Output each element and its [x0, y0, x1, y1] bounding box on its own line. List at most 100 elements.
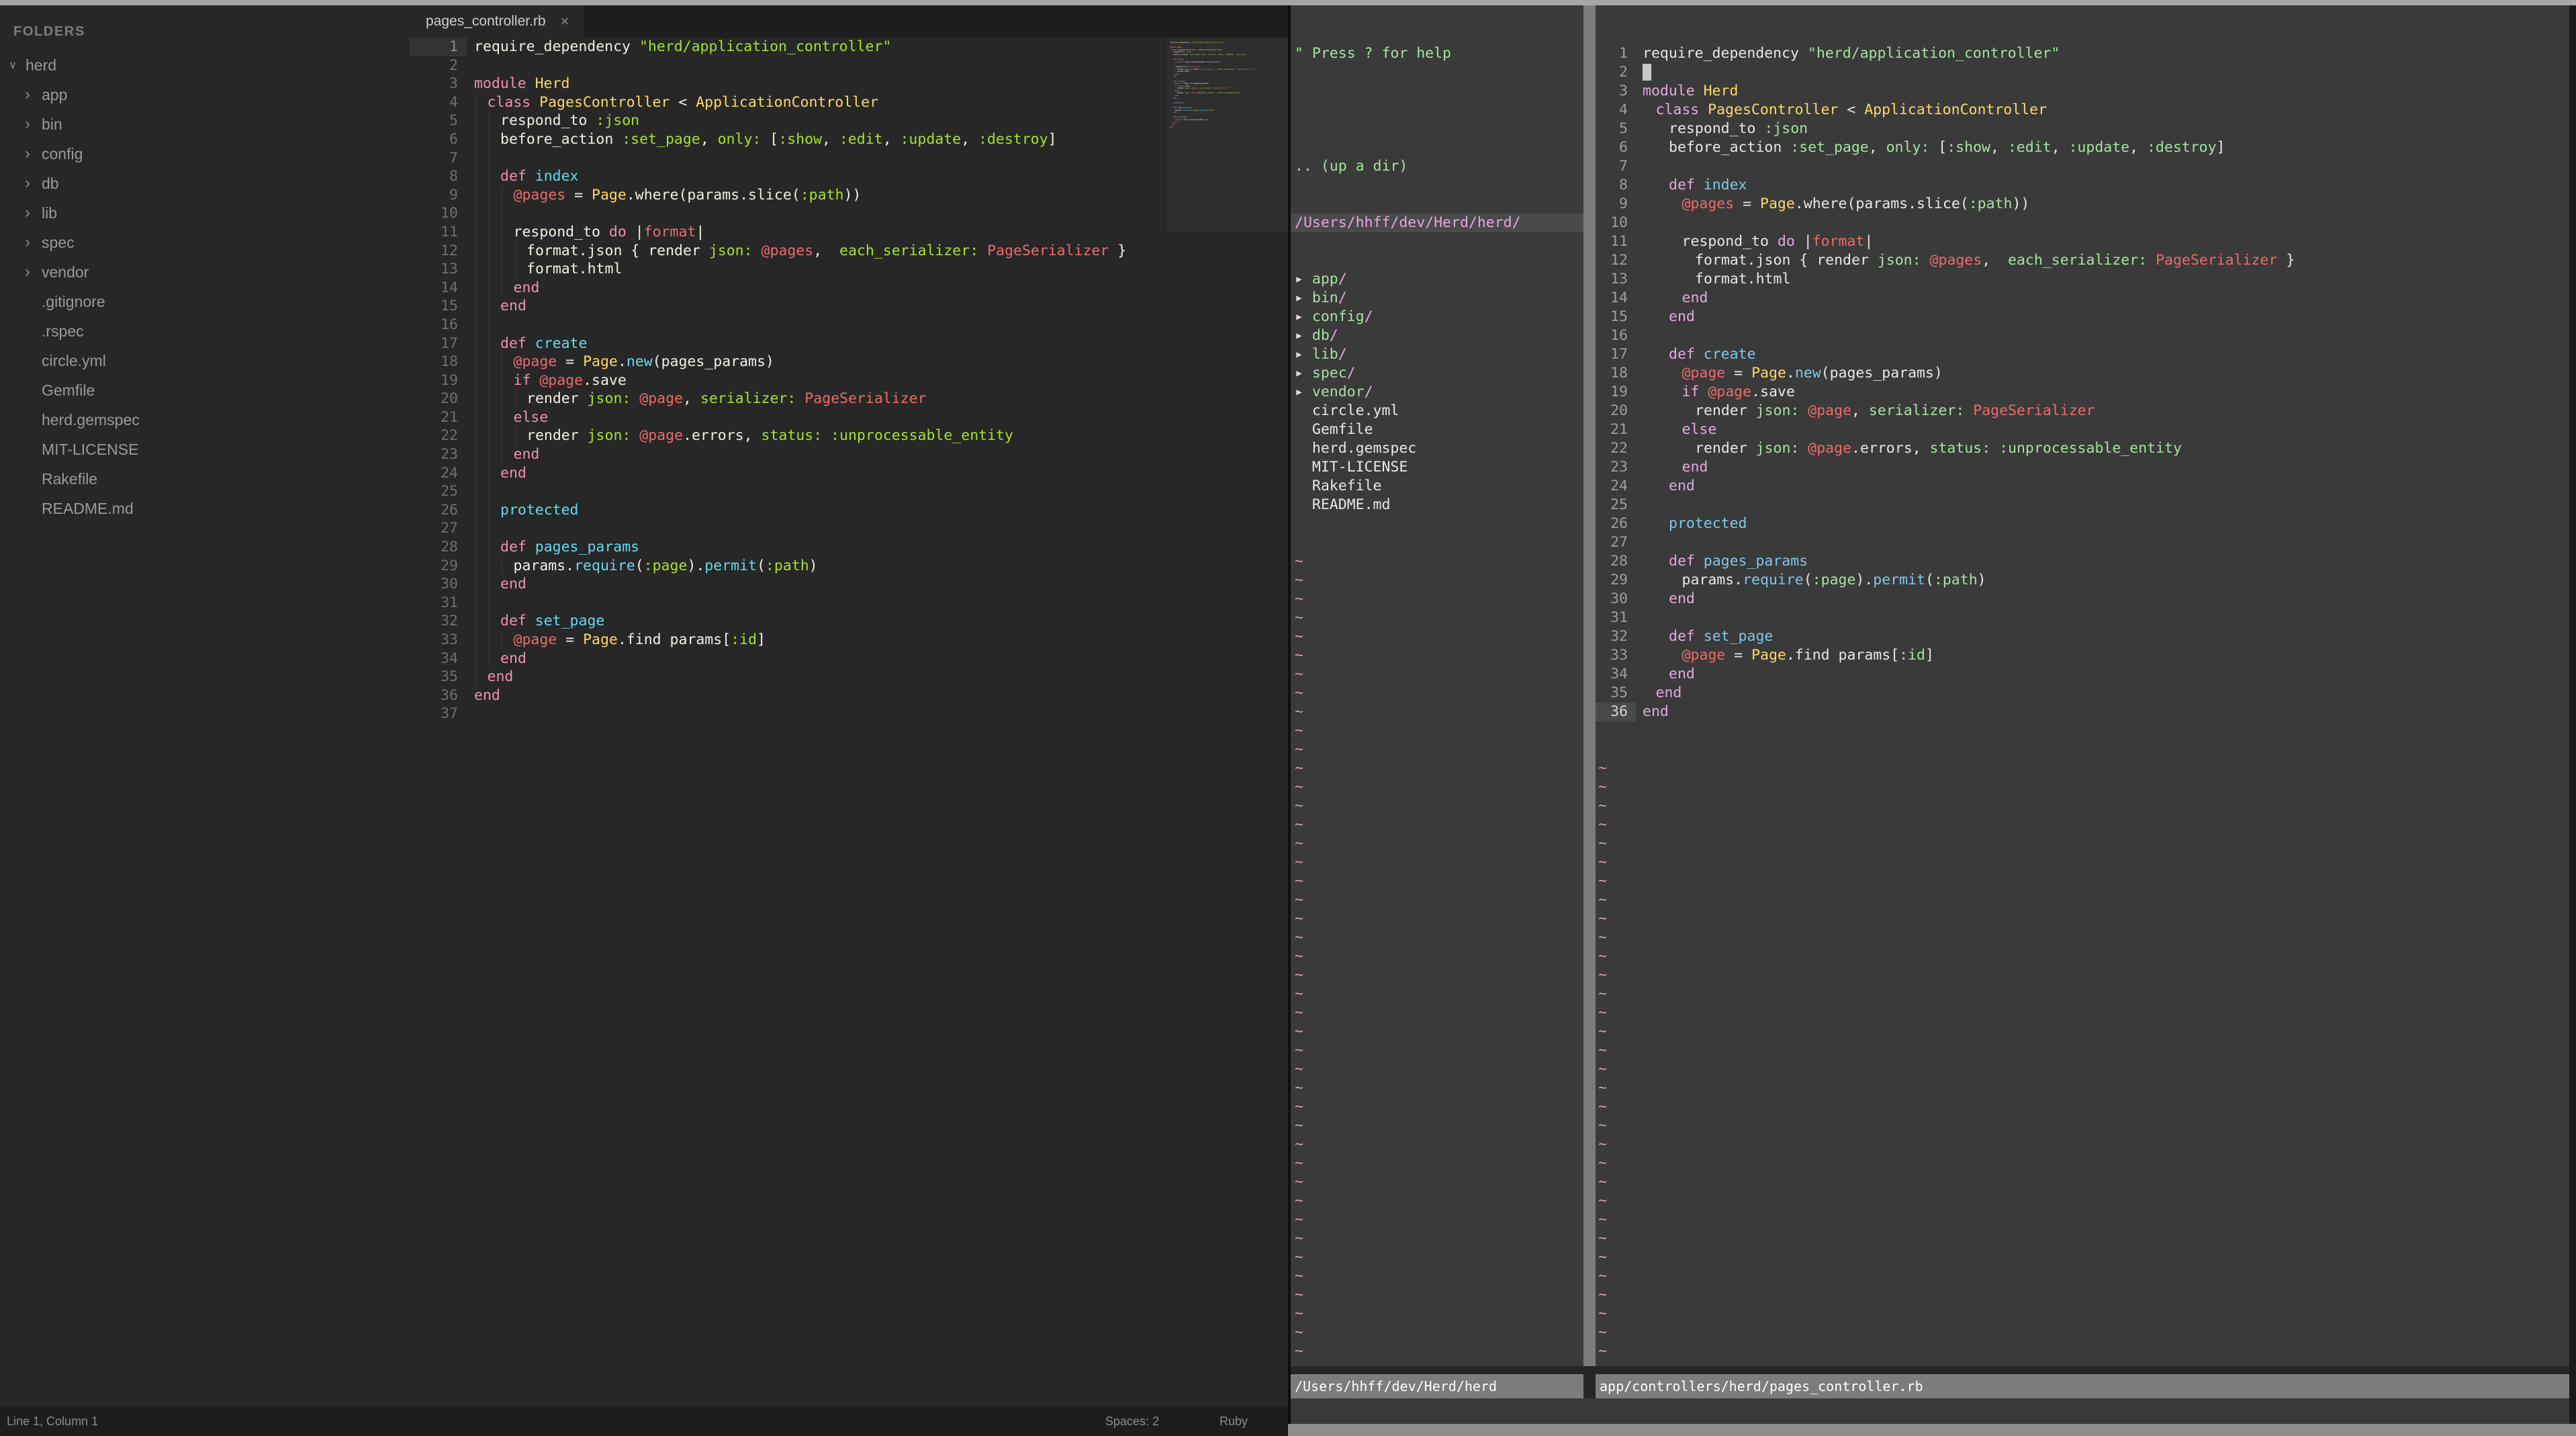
sidebar-item-herd-gemspec[interactable]: herd.gemspec: [0, 405, 410, 435]
chevron-right-icon[interactable]: ›: [19, 233, 36, 252]
sidebar-item-app[interactable]: › app: [0, 80, 410, 109]
nerdtree-file-herd-gemspec[interactable]: herd.gemspec: [1291, 439, 1583, 458]
code-line: 8 def index: [410, 167, 1167, 186]
triangle-right-icon[interactable]: ▸: [1295, 365, 1312, 382]
indent-guide: [488, 427, 490, 446]
code-token: format.json { render: [526, 242, 709, 259]
nerdtree-dir-db[interactable]: ▸ db/: [1291, 326, 1583, 345]
line-code: if @page.save: [474, 371, 627, 390]
sidebar-item--gitignore[interactable]: .gitignore: [0, 287, 410, 316]
nerdtree-file-mit-license[interactable]: MIT-LICENSE: [1291, 458, 1583, 477]
indent-guide: [475, 482, 476, 501]
code-token: PageSerializer: [1973, 402, 2095, 419]
chevron-right-icon[interactable]: ›: [19, 144, 36, 163]
code-token: @pages: [1682, 195, 1735, 212]
sidebar-item-lib[interactable]: › lib: [0, 198, 410, 228]
vim-editor-pane[interactable]: 1 require_dependency "herd/application_co…: [1596, 5, 2569, 1366]
vim-line-number: 22: [1610, 440, 1628, 457]
nerdtree-file-circle-yml[interactable]: circle.yml: [1291, 402, 1583, 420]
nerdtree-dir-bin[interactable]: ▸ bin/: [1291, 289, 1583, 308]
indent-guide: [488, 538, 490, 557]
vim-code-line: 18 @page = Page.new(pages_params): [1596, 364, 2569, 383]
nerdtree-pane[interactable]: " Press ? for help .. (up a dir) /Users/…: [1291, 5, 1583, 1366]
nerdtree-dir-config[interactable]: ▸ config/: [1291, 308, 1583, 326]
sidebar-item--rspec[interactable]: .rspec: [0, 316, 410, 346]
code-token: "herd/application_controller": [1807, 45, 2060, 62]
nerdtree-dir-app[interactable]: ▸ app/: [1291, 270, 1583, 289]
sidebar-item-rakefile[interactable]: Rakefile: [0, 464, 410, 494]
indent-guide: [488, 185, 490, 205]
line-number: 13: [441, 261, 458, 278]
code-line: 4 class PagesController < ApplicationCont…: [410, 93, 1167, 112]
vim-code-line: 25: [1596, 496, 2569, 514]
code-token: end: [1171, 124, 1175, 126]
nerdtree-file-readme-md[interactable]: README.md: [1291, 496, 1583, 514]
code-token: ,: [1851, 402, 1869, 419]
code-token: |: [1199, 65, 1200, 68]
sidebar-item-vendor[interactable]: › vendor: [0, 257, 410, 287]
code-token: end: [1643, 703, 1669, 720]
chevron-right-icon[interactable]: ›: [19, 115, 36, 134]
triangle-right-icon[interactable]: ▸: [1295, 308, 1312, 325]
code-token: (params.slice(: [678, 186, 800, 204]
nerdtree-dir-lib[interactable]: ▸ lib/: [1291, 345, 1583, 364]
triangle-right-icon[interactable]: ▸: [1295, 384, 1312, 400]
nerdtree-file-rakefile[interactable]: Rakefile: [1291, 477, 1583, 496]
vim-filler-tilde: ~: [1598, 1286, 1607, 1303]
tab-pages-controller[interactable]: pages_controller.rb ×: [410, 5, 584, 38]
nerdtree-dir-spec[interactable]: ▸ spec/: [1291, 364, 1583, 383]
sidebar-item-mit-license[interactable]: MIT-LICENSE: [0, 435, 410, 464]
triangle-right-icon[interactable]: ▸: [1295, 327, 1312, 344]
vim-filler-line: ~: [1596, 1192, 2569, 1210]
sidebar-item-bin[interactable]: › bin: [0, 109, 410, 139]
line-number: 37: [441, 705, 458, 723]
chevron-right-icon[interactable]: ›: [19, 204, 36, 222]
nerdtree-file-gemfile[interactable]: Gemfile: [1291, 420, 1583, 439]
sidebar-item-config[interactable]: › config: [0, 139, 410, 169]
vim-filler-line: ~: [1596, 1116, 2569, 1135]
triangle-right-icon[interactable]: ▸: [1295, 271, 1312, 287]
code-token: module: [1170, 46, 1178, 49]
code-token: :json: [1185, 51, 1192, 54]
vim-line-number: 34: [1610, 666, 1628, 682]
triangle-right-icon[interactable]: ▸: [1295, 289, 1312, 306]
code-token: require_dependency: [1643, 45, 1808, 62]
code-token: ): [809, 557, 818, 574]
code-token: .find params: [1786, 647, 1891, 664]
sidebar-item-gemfile[interactable]: Gemfile: [0, 375, 410, 405]
code-token: @page: [639, 427, 684, 445]
sidebar-item-readme-md[interactable]: README.md: [0, 494, 410, 523]
code-token: :edit: [2007, 139, 2052, 156]
indent-setting[interactable]: Spaces: 2: [1105, 1415, 1159, 1429]
code-editor[interactable]: 1 require_dependency "herd/application_co…: [410, 38, 1167, 1369]
vim-filler-line: ~: [1596, 1060, 2569, 1079]
nerdtree-dir-vendor[interactable]: ▸ vendor/: [1291, 383, 1583, 402]
chevron-right-icon[interactable]: ›: [19, 263, 36, 281]
triangle-right-icon[interactable]: ▸: [1295, 346, 1312, 363]
vim-command-line[interactable]: [1291, 1398, 2569, 1424]
nerdtree-up-a-dir[interactable]: .. (up a dir): [1291, 157, 1583, 176]
chevron-down-icon[interactable]: ∨: [4, 58, 21, 72]
code-token: =: [557, 353, 584, 371]
vim-vertical-split[interactable]: [1583, 5, 1596, 1366]
code-token: ).: [1855, 572, 1874, 588]
vim-filler-tilde: ~: [1598, 1173, 1607, 1190]
close-icon[interactable]: ×: [561, 14, 569, 29]
indent-guide: [475, 111, 476, 130]
minimap[interactable]: require_dependency "herd/application_con…: [1167, 38, 1288, 1369]
vim-line-number: 35: [1610, 684, 1628, 701]
sidebar-item-spec[interactable]: › spec: [0, 228, 410, 257]
vim-filler-tilde: ~: [1295, 609, 1303, 626]
chevron-right-icon[interactable]: ›: [19, 174, 36, 193]
syntax-setting[interactable]: Ruby: [1220, 1415, 1248, 1429]
vim-line-number: 28: [1610, 553, 1628, 570]
chevron-right-icon[interactable]: ›: [19, 85, 36, 104]
vim-statusline-left: /Users/hhff/dev/Herd/herd: [1291, 1374, 1583, 1398]
vim-filler-tilde: ~: [1598, 1155, 1607, 1171]
sidebar-item-db[interactable]: › db: [0, 169, 410, 198]
sidebar-item-circle-yml[interactable]: circle.yml: [0, 346, 410, 375]
sidebar-item-herd[interactable]: ∨ herd: [0, 50, 410, 80]
vim-line-number: 8: [1619, 177, 1628, 193]
